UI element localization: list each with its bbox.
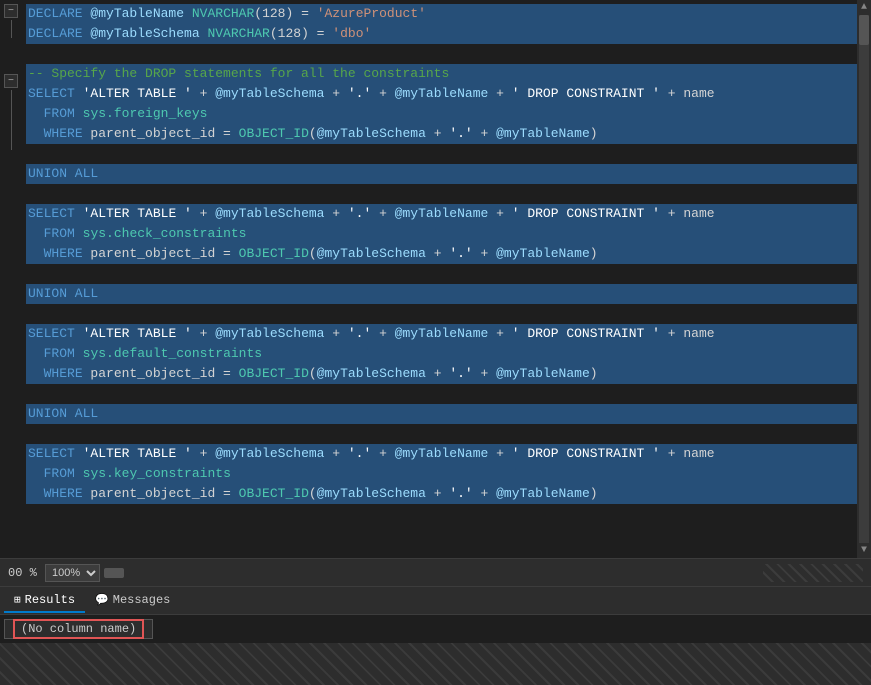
diagonal-decoration (763, 564, 863, 582)
code-line: FROM sys.key_constraints (26, 464, 863, 484)
code-line (26, 144, 863, 164)
results-table: (No column name) (4, 619, 153, 639)
code-line: UNION ALL (26, 284, 863, 304)
code-line: FROM sys.default_constraints (26, 344, 863, 364)
code-line: WHERE parent_object_id = OBJECT_ID(@myTa… (26, 484, 863, 504)
code-line: WHERE parent_object_id = OBJECT_ID(@myTa… (26, 124, 863, 144)
code-line: UNION ALL (26, 164, 863, 184)
zoom-control[interactable]: 00 % 100% 75% 150% 200% (8, 564, 100, 582)
column-header: (No column name) (5, 620, 153, 639)
collapse-btn-1[interactable]: − (4, 4, 18, 18)
code-line (26, 424, 863, 444)
code-line: WHERE parent_object_id = OBJECT_ID(@myTa… (26, 364, 863, 384)
zoom-value: 00 % (8, 566, 43, 580)
scroll-track (859, 15, 869, 543)
code-line: -- Specify the DROP statements for all t… (26, 64, 863, 84)
tab-results[interactable]: ⊞ Results (4, 589, 85, 613)
tab-messages[interactable]: 💬 Messages (85, 589, 180, 613)
scroll-up-arrow[interactable]: ▲ (859, 0, 869, 15)
bottom-diagonal (0, 643, 871, 685)
code-line: SELECT 'ALTER TABLE ' + @myTableSchema +… (26, 84, 863, 104)
code-line (26, 264, 863, 284)
code-line: SELECT 'ALTER TABLE ' + @myTableSchema +… (26, 444, 863, 464)
code-line: SELECT 'ALTER TABLE ' + @myTableSchema +… (26, 324, 863, 344)
code-line: UNION ALL (26, 404, 863, 424)
tab-messages-label: Messages (113, 593, 171, 607)
tab-results-label: Results (25, 593, 75, 607)
code-line (26, 384, 863, 404)
messages-icon: 💬 (95, 593, 109, 607)
editor-gutter: − − (0, 0, 22, 558)
h-scroll-thumb[interactable] (104, 568, 124, 578)
column-header-box: (No column name) (13, 619, 144, 639)
code-line: DECLARE @myTableName NVARCHAR(128) = 'Az… (26, 4, 863, 24)
code-line: DECLARE @myTableSchema NVARCHAR(128) = '… (26, 24, 863, 44)
scroll-down-arrow[interactable]: ▼ (859, 543, 869, 558)
code-line (26, 184, 863, 204)
scrollbar-horizontal[interactable] (104, 568, 759, 578)
results-panel: ⊞ Results 💬 Messages (No column name) (0, 586, 871, 643)
code-line: SELECT 'ALTER TABLE ' + @myTableSchema +… (26, 204, 863, 224)
code-line (26, 44, 863, 64)
scrollbar-vertical[interactable]: ▲ ▼ (857, 0, 871, 558)
zoom-dropdown[interactable]: 100% 75% 150% 200% (45, 564, 100, 582)
code-editor: − − DECLARE @myTableName NVARCHAR(128) =… (0, 0, 871, 558)
results-content: (No column name) (0, 615, 871, 643)
results-grid-icon: ⊞ (14, 593, 21, 607)
scroll-thumb[interactable] (859, 15, 869, 45)
zoom-bar: 00 % 100% 75% 150% 200% (0, 558, 871, 586)
code-line: WHERE parent_object_id = OBJECT_ID(@myTa… (26, 244, 863, 264)
code-line: FROM sys.foreign_keys (26, 104, 863, 124)
code-content[interactable]: DECLARE @myTableName NVARCHAR(128) = 'Az… (22, 0, 871, 558)
code-line: FROM sys.check_constraints (26, 224, 863, 244)
code-line (26, 304, 863, 324)
results-tabs: ⊞ Results 💬 Messages (0, 587, 871, 615)
collapse-btn-2[interactable]: − (4, 74, 18, 88)
